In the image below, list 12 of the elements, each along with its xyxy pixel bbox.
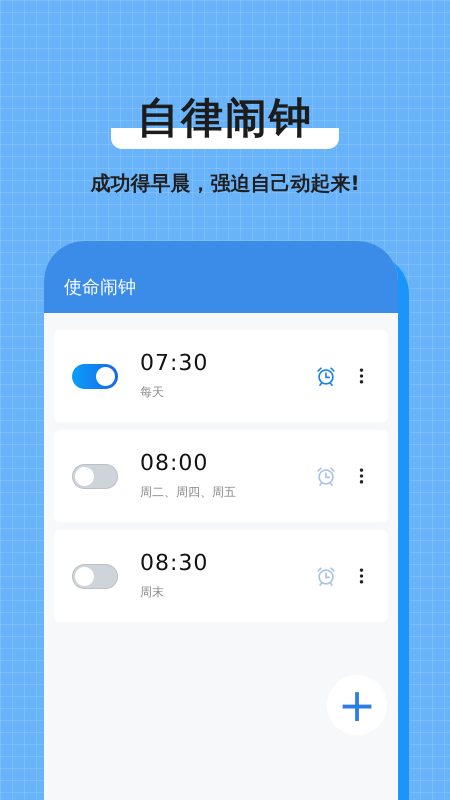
- alarm-time: 08:00: [140, 451, 210, 476]
- repeat-days: 周二、周四、周五: [140, 484, 315, 501]
- alarm-card[interactable]: 07:30 每天: [54, 330, 388, 422]
- repeat-days: 每天: [140, 384, 315, 401]
- app-title: 使命闹钟: [64, 276, 136, 299]
- alarm-time: 08:30: [140, 551, 210, 576]
- add-button[interactable]: +: [327, 675, 387, 735]
- alarm-card[interactable]: 08:30 周末: [54, 530, 388, 622]
- alarm-time: 07:30: [140, 351, 210, 376]
- alarm-card[interactable]: 08:00 周二、周四、周五: [54, 430, 388, 522]
- repeat-days: 周末: [140, 584, 315, 601]
- tagline: 成功得早晨，强迫自己动起来!: [90, 170, 360, 196]
